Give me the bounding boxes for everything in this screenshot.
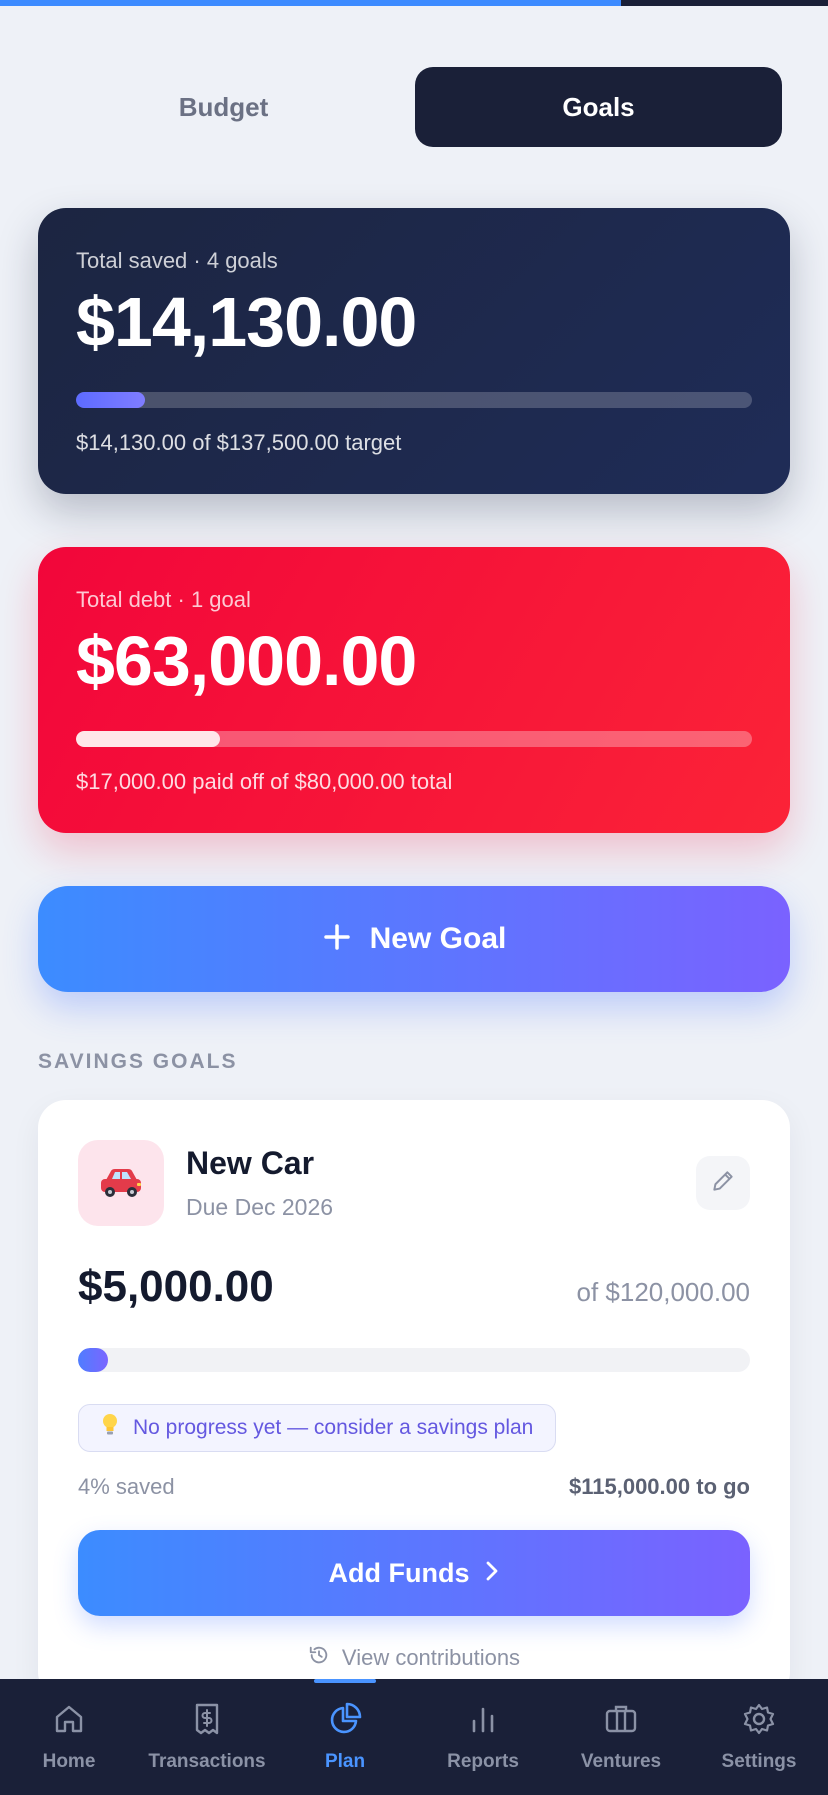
- nav-label-settings: Settings: [721, 1751, 797, 1772]
- tab-budget[interactable]: Budget: [40, 67, 407, 147]
- bottom-nav: Home Transactions Plan Reports Ventures: [0, 1679, 828, 1795]
- add-funds-button[interactable]: Add Funds: [78, 1530, 750, 1616]
- total-saved-card: Total saved · 4 goals $14,130.00 $14,130…: [38, 208, 790, 494]
- home-icon: [51, 1701, 87, 1743]
- nav-item-plan[interactable]: Plan: [276, 1679, 414, 1795]
- nav-label-home: Home: [42, 1751, 96, 1772]
- nav-item-settings[interactable]: Settings: [690, 1679, 828, 1795]
- top-progress-fill: [0, 0, 621, 6]
- pie-chart-icon: [327, 1701, 363, 1743]
- nav-label-transactions: Transactions: [148, 1751, 266, 1772]
- chevron-right-icon: [485, 1558, 499, 1589]
- briefcase-icon: [603, 1701, 639, 1743]
- gear-icon: [741, 1701, 777, 1743]
- goal-tip-badge: No progress yet — consider a savings pla…: [78, 1404, 557, 1452]
- nav-item-ventures[interactable]: Ventures: [552, 1679, 690, 1795]
- total-saved-label: Total saved · 4 goals: [76, 248, 278, 273]
- plus-icon: [322, 919, 352, 959]
- pencil-icon: [710, 1168, 736, 1199]
- goal-current-amount: $5,000.00: [78, 1262, 274, 1311]
- total-debt-amount: $63,000.00: [76, 622, 417, 700]
- new-goal-label: New Goal: [369, 922, 507, 955]
- total-debt-progress: [76, 731, 752, 747]
- goal-progress-fill: [78, 1348, 108, 1372]
- total-debt-card: Total debt · 1 goal $63,000.00 $17,000.0…: [38, 547, 790, 833]
- lightbulb-icon: [101, 1413, 119, 1443]
- tab-goals[interactable]: Goals: [415, 67, 782, 147]
- nav-item-reports[interactable]: Reports: [414, 1679, 552, 1795]
- nav-item-home[interactable]: Home: [0, 1679, 138, 1795]
- goal-progress-bar: [78, 1348, 750, 1372]
- top-progress-bar: [0, 0, 828, 6]
- nav-item-transactions[interactable]: Transactions: [138, 1679, 276, 1795]
- goal-tip-text: No progress yet — consider a savings pla…: [133, 1416, 534, 1439]
- receipt-icon: [189, 1701, 225, 1743]
- goal-amount-to-go: $115,000.00 to go: [569, 1474, 750, 1499]
- goal-due-date: Due Dec 2026: [186, 1194, 334, 1220]
- budget-goals-switch: Budget Goals: [40, 67, 782, 147]
- total-debt-label: Total debt · 1 goal: [76, 587, 251, 612]
- goal-percent-saved: 4% saved: [78, 1474, 175, 1499]
- new-goal-button[interactable]: New Goal: [38, 886, 790, 992]
- total-saved-caption: $14,130.00 of $137,500.00 target: [76, 430, 402, 455]
- total-debt-caption: $17,000.00 paid off of $80,000.00 total: [76, 769, 453, 794]
- history-icon: [308, 1644, 330, 1672]
- total-saved-progress-fill: [76, 392, 146, 408]
- goal-target-amount: of $120,000.00: [576, 1277, 751, 1307]
- total-debt-progress-fill: [76, 731, 220, 747]
- car-icon: [78, 1140, 164, 1226]
- bar-chart-icon: [465, 1701, 501, 1743]
- nav-label-plan: Plan: [324, 1751, 366, 1772]
- goals-screen: Budget Goals Total saved · 4 goals $14,1…: [0, 0, 828, 1795]
- total-saved-amount: $14,130.00: [76, 283, 417, 361]
- total-saved-progress: [76, 392, 752, 408]
- goal-name: New Car: [186, 1145, 315, 1181]
- goal-card: New Car Due Dec 2026 $5,000.00 of $120,0…: [38, 1100, 790, 1700]
- nav-label-ventures: Ventures: [580, 1751, 662, 1772]
- add-funds-label: Add Funds: [328, 1557, 470, 1588]
- view-contributions-link[interactable]: View contributions: [78, 1644, 750, 1672]
- nav-label-reports: Reports: [447, 1751, 519, 1772]
- view-contributions-label: View contributions: [341, 1645, 521, 1670]
- edit-goal-button[interactable]: [696, 1156, 750, 1210]
- savings-goals-heading: SAVINGS GOALS: [38, 1050, 238, 1073]
